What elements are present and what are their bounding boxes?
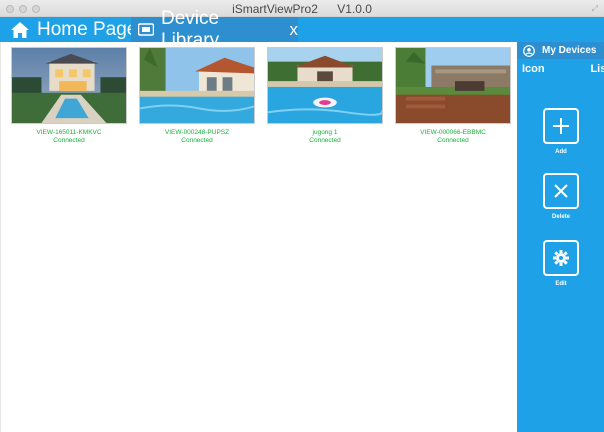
add-label: Add (555, 149, 567, 155)
user-icon (523, 44, 535, 57)
app-window: iSmartViewPro2 V1.0.0 ⤢ Home Page Device… (0, 0, 604, 432)
device-thumbnail[interactable] (267, 47, 383, 124)
device-thumbnail[interactable] (11, 47, 127, 124)
device-name: jugong 1 (312, 129, 338, 136)
device-card[interactable]: VIEW-000066-EBBMC Connected (395, 47, 511, 145)
device-card[interactable]: VIEW-165011-KMKVC Connected (11, 47, 127, 145)
tab-home-label: Home Page (37, 18, 138, 40)
device-library-panel: VIEW-165011-KMKVC Connected VIEW-000248-… (0, 42, 517, 432)
list-view-button[interactable]: List (590, 63, 604, 76)
device-status: Connected (53, 137, 85, 144)
edit-button[interactable] (543, 240, 579, 276)
plus-icon (553, 118, 569, 134)
tab-close-button[interactable]: x (290, 20, 299, 40)
device-name: VIEW-000248-PUPSZ (164, 129, 230, 136)
title-bar: iSmartViewPro2 V1.0.0 ⤢ (0, 0, 604, 17)
device-grid: VIEW-165011-KMKVC Connected VIEW-000248-… (11, 47, 523, 145)
device-name: VIEW-000066-EBBMC (420, 129, 486, 136)
folder-icon (138, 23, 154, 36)
delete-label: Delete (551, 214, 570, 220)
window-title: iSmartViewPro2 V1.0.0 (0, 2, 604, 16)
icon-view-button[interactable]: Icon (522, 63, 545, 76)
device-card[interactable]: VIEW-000248-PUPSZ Connected (139, 47, 255, 145)
my-devices-header[interactable]: My Devices (517, 42, 604, 59)
fullscreen-icon[interactable]: ⤢ (592, 4, 598, 14)
add-button[interactable] (543, 108, 579, 144)
device-status: Connected (181, 137, 213, 144)
x-icon (554, 184, 568, 198)
gear-icon (553, 250, 569, 266)
tab-home-page[interactable]: Home Page (10, 17, 137, 42)
device-thumbnail[interactable] (139, 47, 255, 124)
delete-device-action[interactable]: Delete (543, 173, 579, 220)
tab-bar: Home Page Device Library x (0, 8, 604, 51)
device-status: Connected (437, 137, 469, 144)
add-device-action[interactable]: Add (543, 108, 579, 155)
device-sidebar: My Devices Icon List Add Delete (517, 42, 604, 432)
app-version: V1.0.0 (337, 2, 372, 16)
device-card[interactable]: jugong 1 Connected (267, 47, 383, 145)
view-toggle: Icon List (517, 63, 604, 76)
my-devices-title: My Devices (542, 45, 597, 56)
device-thumbnail[interactable] (395, 47, 511, 124)
device-name: VIEW-165011-KMKVC (36, 129, 102, 136)
device-status: Connected (309, 137, 341, 144)
edit-label: Edit (555, 281, 567, 287)
tab-device-library[interactable]: Device Library x (131, 8, 299, 51)
home-icon (10, 21, 30, 39)
edit-device-action[interactable]: Edit (543, 240, 579, 287)
delete-button[interactable] (543, 173, 579, 209)
